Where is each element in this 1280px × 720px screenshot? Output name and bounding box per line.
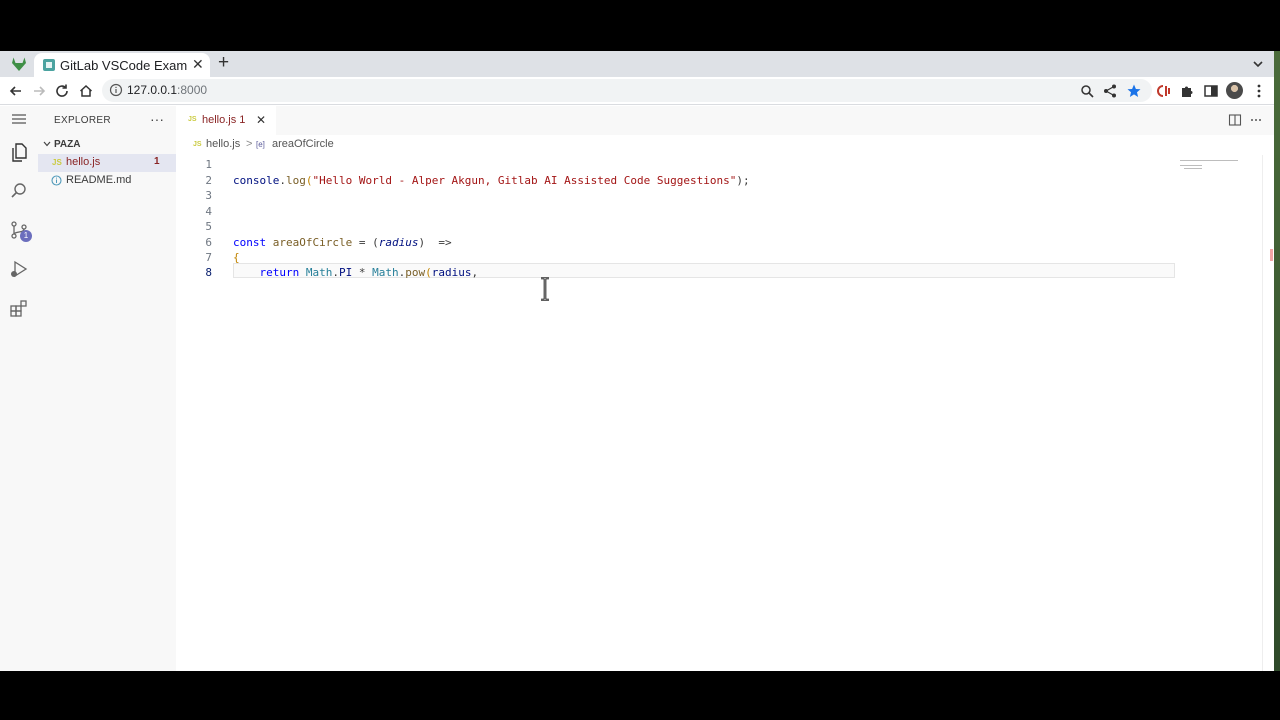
vscode-workbench: 1 EXPLORER ··· PAZA JS hello.js 1 README…	[0, 106, 1280, 671]
breadcrumb: JS hello.js > [e] areaOfCircle	[176, 135, 1280, 155]
profile-avatar[interactable]	[1226, 82, 1243, 99]
js-file-icon: JS	[193, 141, 202, 148]
file-name: hello.js	[66, 156, 101, 168]
line-number: 8	[205, 266, 212, 279]
text-cursor-icon	[541, 277, 549, 301]
url-text: 127.0.0.1:8000	[127, 83, 208, 97]
code-text: console.log("Hello World - Alper Akgun, …	[233, 174, 750, 187]
breadcrumb-separator: >	[246, 138, 253, 150]
line-number: 2	[205, 174, 212, 187]
vscode-favicon-icon	[43, 59, 55, 71]
minimap[interactable]	[1180, 159, 1240, 171]
source-control-badge: 1	[20, 230, 32, 242]
code-text: {	[233, 251, 240, 264]
line-number: 1	[205, 158, 212, 171]
explorer-title: EXPLORER	[54, 115, 111, 126]
code-line: 5	[176, 220, 1176, 235]
info-icon	[51, 175, 62, 186]
side-panel-icon[interactable]	[1203, 83, 1219, 99]
code-line: 8 return Math.PI * Math.pow(radius,	[176, 266, 1176, 281]
breadcrumb-symbol[interactable]: areaOfCircle	[272, 138, 334, 150]
browser-menu-icon[interactable]	[1251, 83, 1267, 99]
close-icon[interactable]: ✕	[192, 56, 204, 72]
scrollbar-error-marker	[1270, 249, 1273, 261]
zoom-icon[interactable]	[1079, 83, 1095, 99]
chevron-down-icon[interactable]	[1250, 56, 1266, 72]
line-number: 6	[205, 236, 212, 249]
home-icon[interactable]	[78, 83, 94, 99]
bookmark-star-icon[interactable]	[1126, 83, 1142, 99]
browser-tab[interactable]: GitLab VSCode Example ✕	[34, 53, 210, 77]
menu-icon[interactable]	[9, 109, 29, 129]
extensions-puzzle-icon[interactable]	[1179, 83, 1195, 99]
editor-group: JS hello.js 1 ✕ JS hello.js > [e] areaOf…	[176, 106, 1280, 671]
browser-window: GitLab VSCode Example ✕ + 127.0.0.1:8000	[0, 51, 1280, 671]
code-line: 2 console.log("Hello World - Alper Akgun…	[176, 174, 1176, 189]
explorer-sidebar: EXPLORER ··· PAZA JS hello.js 1 README.m…	[38, 106, 176, 671]
search-icon[interactable]	[9, 181, 29, 201]
js-file-icon: JS	[188, 116, 197, 123]
code-text: const areaOfCircle = (radius) =>	[233, 236, 452, 249]
file-item-hello-js[interactable]: JS hello.js 1	[38, 154, 176, 172]
editor-tabs: JS hello.js 1 ✕	[176, 106, 1280, 135]
editor-tab-hello-js[interactable]: JS hello.js 1 ✕	[176, 106, 276, 135]
split-editor-icon[interactable]	[1228, 113, 1242, 127]
editor-tab-label: hello.js 1	[202, 114, 246, 126]
file-item-readme[interactable]: README.md	[38, 172, 176, 190]
code-editor[interactable]: 1 2 console.log("Hello World - Alper Akg…	[176, 155, 1280, 671]
new-tab-icon[interactable]: +	[218, 53, 229, 73]
site-info-icon[interactable]	[109, 83, 123, 97]
browser-toolbar: 127.0.0.1:8000	[0, 77, 1280, 105]
close-icon[interactable]: ✕	[256, 113, 266, 127]
vertical-scrollbar[interactable]	[1262, 155, 1274, 671]
explorer-files-icon[interactable]	[9, 142, 29, 162]
reload-icon[interactable]	[54, 83, 70, 99]
browser-tabstrip: GitLab VSCode Example ✕ +	[0, 51, 1280, 77]
chevron-down-icon	[43, 141, 51, 147]
breadcrumb-file[interactable]: hello.js	[206, 138, 240, 150]
extensions-icon[interactable]	[9, 298, 29, 318]
code-text: return Math.PI * Math.pow(radius,	[233, 266, 479, 279]
share-icon[interactable]	[1102, 83, 1118, 99]
line-number: 7	[205, 251, 212, 264]
code-line: 3	[176, 189, 1176, 204]
code-line: 4	[176, 205, 1176, 220]
problem-count-badge: 1	[154, 156, 160, 167]
file-name: README.md	[66, 174, 132, 186]
forward-arrow-icon[interactable]	[31, 83, 47, 99]
browser-tab-title: GitLab VSCode Example	[60, 58, 188, 73]
code-line: 1	[176, 158, 1176, 173]
line-number: 3	[205, 189, 212, 202]
symbol-variable-icon: [e]	[256, 140, 265, 149]
code-line: 6 const areaOfCircle = (radius) =>	[176, 236, 1176, 251]
js-file-icon: JS	[52, 158, 62, 167]
folder-header[interactable]: PAZA	[38, 136, 176, 154]
gitlab-logo-icon[interactable]	[11, 57, 27, 71]
line-number: 4	[205, 205, 212, 218]
desktop-background-edge	[1274, 51, 1280, 671]
activity-bar: 1	[0, 106, 38, 671]
extension-c-icon[interactable]	[1156, 83, 1172, 99]
run-debug-icon[interactable]	[9, 259, 29, 279]
address-bar[interactable]: 127.0.0.1:8000	[102, 79, 1152, 102]
more-actions-icon[interactable]: ···	[150, 111, 164, 127]
folder-name: PAZA	[54, 139, 81, 150]
more-actions-icon[interactable]	[1249, 113, 1263, 127]
line-number: 5	[205, 220, 212, 233]
back-arrow-icon[interactable]	[8, 83, 24, 99]
code-line: 7 {	[176, 251, 1176, 266]
